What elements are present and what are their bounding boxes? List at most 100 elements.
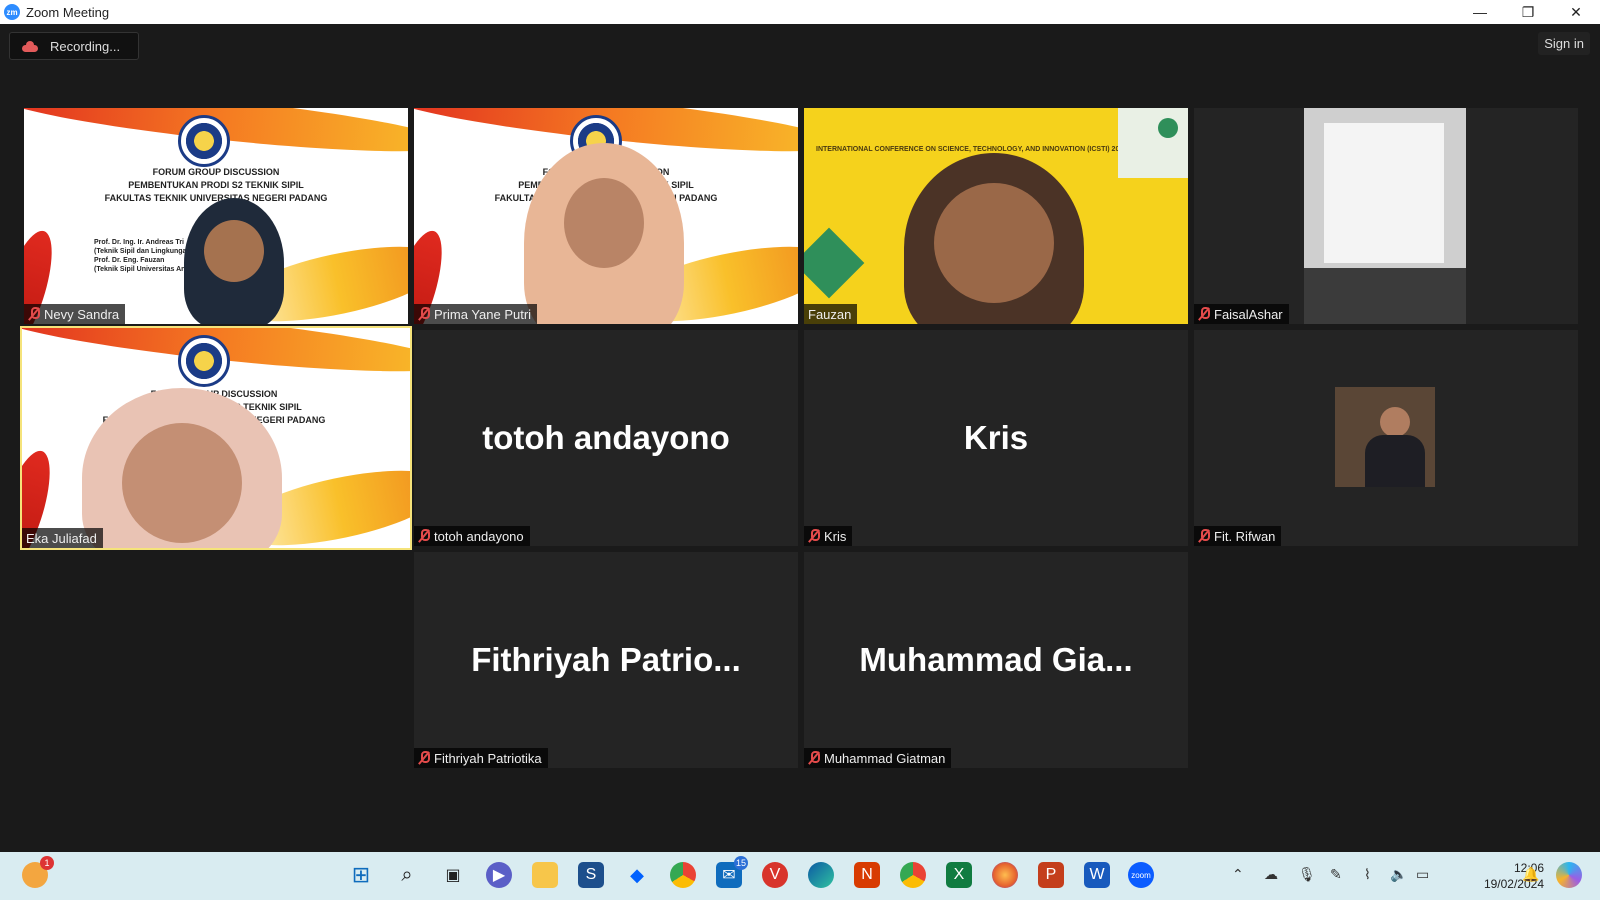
participant-tile-active[interactable]: FORUM GROUP DISCUSSION PEMBENTUKAN PRODI… bbox=[20, 326, 412, 550]
participant-nametag: Prima Yane Putri bbox=[414, 304, 538, 324]
window-titlebar: zm Zoom Meeting — ❐ ✕ bbox=[0, 0, 1600, 24]
participant-tile[interactable]: FORUM GROUP DISCUSSION PEMBENTUKAN PRODI… bbox=[24, 108, 408, 324]
sign-in-button[interactable]: Sign in bbox=[1538, 32, 1590, 55]
decor-shape bbox=[804, 227, 865, 299]
pen-icon[interactable]: ✎ bbox=[1330, 866, 1342, 883]
meet-icon[interactable]: ▶ bbox=[486, 862, 512, 888]
mic-muted-icon bbox=[418, 307, 430, 321]
slide-background: FORUM GROUP DISCUSSION PEMBENTUKAN PRODI… bbox=[24, 108, 408, 324]
mic-muted-icon bbox=[418, 751, 430, 765]
dropbox-icon[interactable]: ◆ bbox=[624, 862, 650, 888]
participant-nametag: Eka Juliafad bbox=[22, 528, 103, 548]
windows-start-icon[interactable]: ⊞ bbox=[348, 862, 374, 888]
onedrive-icon[interactable]: ☁ bbox=[1264, 866, 1278, 883]
slide-background: FORUM GROUP DISCUSSION PEMBENTUKAN PRODI… bbox=[22, 328, 410, 548]
participant-name: totoh andayono bbox=[434, 528, 524, 544]
app-v-icon[interactable]: V bbox=[762, 862, 788, 888]
room-floor bbox=[1304, 268, 1466, 324]
notifications-app-icon[interactable]: 1 bbox=[22, 856, 54, 888]
word-icon[interactable]: W bbox=[1084, 862, 1110, 888]
slide-title-2: PEMBENTUKAN PRODI S2 TEKNIK SIPIL bbox=[128, 180, 304, 190]
conference-title: INTERNATIONAL CONFERENCE ON SCIENCE, TEC… bbox=[816, 146, 1128, 153]
participant-name: Nevy Sandra bbox=[44, 306, 120, 322]
window-title: Zoom Meeting bbox=[26, 4, 110, 20]
mail-icon[interactable]: ✉ 15 bbox=[716, 856, 748, 888]
participant-face bbox=[122, 423, 242, 543]
mic-muted-icon bbox=[808, 751, 820, 765]
chrome-icon[interactable] bbox=[670, 862, 696, 888]
mic-muted-icon bbox=[418, 529, 430, 543]
chrome-alt-icon[interactable] bbox=[900, 862, 926, 888]
university-emblem bbox=[178, 115, 230, 167]
presenter-line: Prof. Dr. Eng. Fauzan bbox=[94, 257, 165, 264]
participant-tile[interactable]: INTERNATIONAL CONFERENCE ON SCIENCE, TEC… bbox=[804, 108, 1188, 324]
conference-background: INTERNATIONAL CONFERENCE ON SCIENCE, TEC… bbox=[804, 108, 1188, 324]
windows-taskbar: 1 ⊞ ⌕ ▣ ▶ S ◆ ✉ 15 V N X P W zoom ⌃ ☁ 🎙 … bbox=[0, 852, 1600, 900]
participant-name: Eka Juliafad bbox=[26, 530, 97, 546]
university-emblem bbox=[178, 335, 230, 387]
battery-icon[interactable]: ▭ bbox=[1416, 866, 1429, 883]
participant-name: Muhammad Giatman bbox=[824, 750, 946, 766]
participant-name: FaisalAshar bbox=[1214, 306, 1283, 322]
participant-nametag: Nevy Sandra bbox=[24, 304, 126, 324]
mic-muted-icon bbox=[28, 307, 40, 321]
profile-face bbox=[1380, 407, 1410, 437]
presenter-line: Prof. Dr. Ing. Ir. Andreas Tri bbox=[94, 239, 184, 246]
mic-muted-icon bbox=[1198, 307, 1210, 321]
participant-name: Fit. Rifwan bbox=[1214, 528, 1276, 544]
firefox-icon[interactable] bbox=[992, 862, 1018, 888]
mic-muted-icon bbox=[808, 529, 820, 543]
participant-nametag: Muhammad Giatman bbox=[804, 748, 952, 768]
task-view-icon[interactable]: ▣ bbox=[440, 862, 466, 888]
participant-display-name: Kris bbox=[963, 419, 1029, 456]
participant-nametag: Fithriyah Patriotika bbox=[414, 748, 548, 768]
notification-badge: 1 bbox=[40, 856, 54, 870]
mic-muted-icon bbox=[1198, 529, 1210, 543]
edge-icon[interactable] bbox=[808, 862, 834, 888]
zoom-icon[interactable]: zoom bbox=[1128, 862, 1154, 888]
volume-icon[interactable]: 🔈 bbox=[1390, 866, 1407, 883]
participant-tile[interactable]: totoh andayono totoh andayono bbox=[414, 330, 798, 546]
window-controls: — ❐ ✕ bbox=[1456, 0, 1600, 24]
copilot-icon[interactable] bbox=[1556, 862, 1582, 888]
participant-tile[interactable]: FaisalAshar bbox=[1194, 108, 1578, 324]
presenter-line: (Teknik Sipil Universitas An bbox=[94, 266, 186, 273]
participant-face bbox=[934, 183, 1054, 303]
microphone-icon[interactable]: 🎙 bbox=[1298, 866, 1316, 883]
wifi-icon[interactable]: ⌇ bbox=[1364, 866, 1371, 883]
participant-nametag: Fit. Rifwan bbox=[1194, 526, 1282, 546]
sketchup-icon[interactable]: S bbox=[578, 862, 604, 888]
show-hidden-icons-icon[interactable]: ⌃ bbox=[1232, 866, 1244, 883]
minimize-button[interactable]: — bbox=[1456, 0, 1504, 24]
profile-body bbox=[1365, 435, 1425, 487]
participant-display-name: Muhammad Gia... bbox=[859, 641, 1133, 678]
participant-tile[interactable]: FORUM GROUP DISCUSSION PEMBENTUKAN PRODI… bbox=[414, 108, 798, 324]
close-button[interactable]: ✕ bbox=[1552, 0, 1600, 24]
participant-tile[interactable]: Kris Kris bbox=[804, 330, 1188, 546]
file-explorer-icon[interactable] bbox=[532, 862, 558, 888]
participant-nametag: FaisalAshar bbox=[1194, 304, 1289, 324]
participant-name: Kris bbox=[824, 528, 847, 544]
participant-face bbox=[204, 220, 264, 282]
mail-badge: 15 bbox=[734, 856, 748, 870]
decor-shape bbox=[1158, 118, 1178, 138]
recording-label: Recording... bbox=[50, 38, 121, 54]
participant-nametag: totoh andayono bbox=[414, 526, 530, 546]
participant-tile[interactable]: Fithriyah Patrio... Fithriyah Patriotika bbox=[414, 552, 798, 768]
projector-screen bbox=[1324, 123, 1444, 263]
excel-icon[interactable]: X bbox=[946, 862, 972, 888]
notification-bell-icon[interactable]: 🔔 bbox=[1522, 866, 1539, 883]
participant-tile[interactable]: Fit. Rifwan bbox=[1194, 330, 1578, 546]
participant-name: Fithriyah Patriotika bbox=[434, 750, 542, 766]
room-video bbox=[1304, 108, 1466, 324]
powerpoint-icon[interactable]: P bbox=[1038, 862, 1064, 888]
participant-name: Prima Yane Putri bbox=[434, 306, 532, 322]
recording-indicator[interactable]: Recording... bbox=[9, 32, 139, 60]
participant-tile[interactable]: Muhammad Gia... Muhammad Giatman bbox=[804, 552, 1188, 768]
restore-button[interactable]: ❐ bbox=[1504, 0, 1552, 24]
office-icon[interactable]: N bbox=[854, 862, 880, 888]
participant-name: Fauzan bbox=[808, 306, 852, 322]
slide-presenters: Prof. Dr. Ing. Ir. Andreas Tri (Teknik S… bbox=[94, 238, 191, 274]
search-icon[interactable]: ⌕ bbox=[394, 862, 420, 888]
decor-shape bbox=[1118, 108, 1188, 178]
